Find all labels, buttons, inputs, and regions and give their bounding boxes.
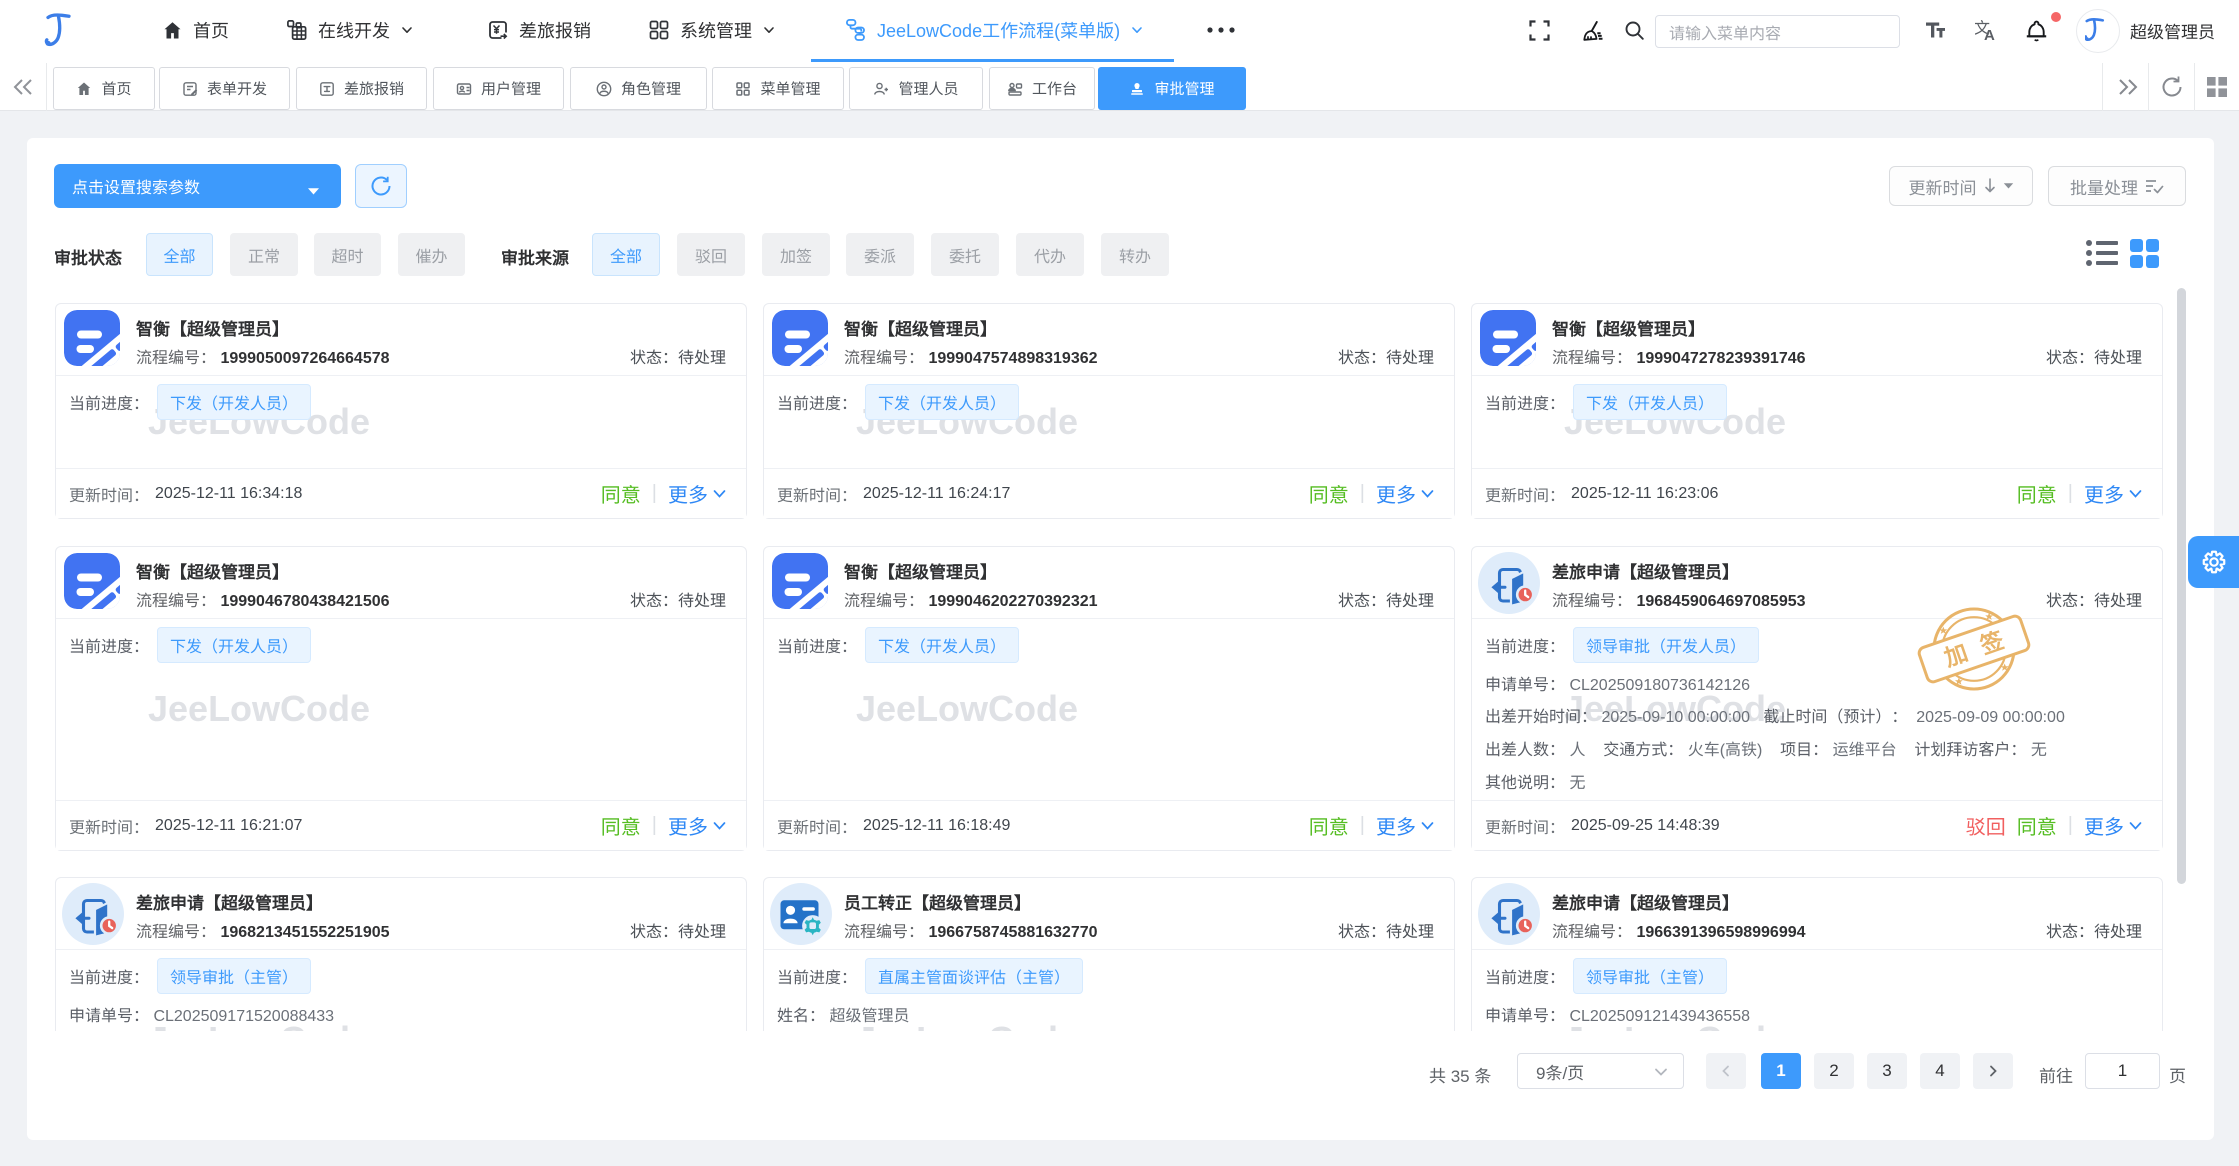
svg-text:A: A — [1984, 27, 1995, 41]
